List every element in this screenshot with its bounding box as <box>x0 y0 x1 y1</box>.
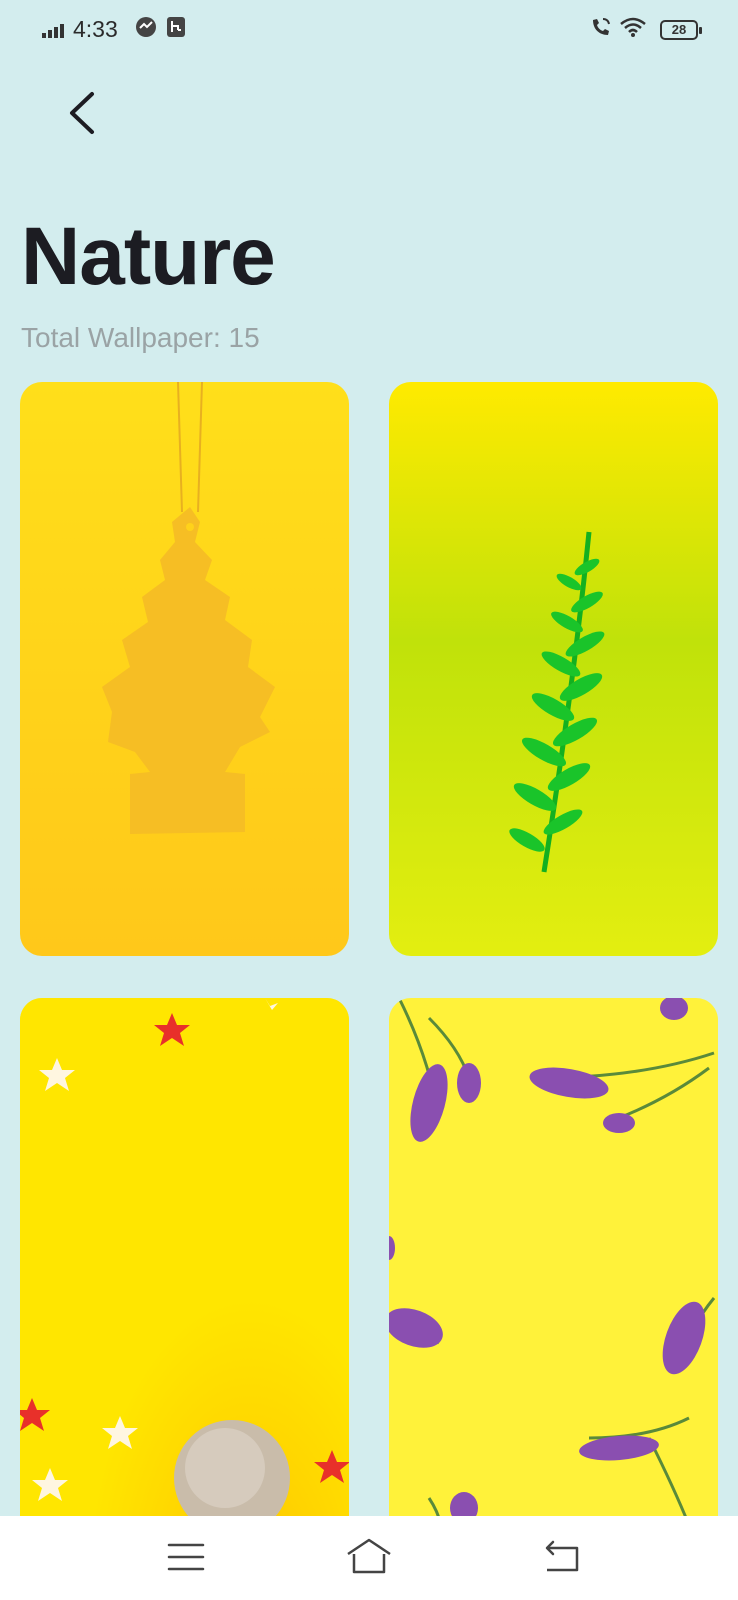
battery-icon: 28 <box>660 20 702 40</box>
back-icon[interactable] <box>537 1534 587 1580</box>
wallpaper-count: Total Wallpaper: 15 <box>21 322 260 353</box>
status-bar: 4:33 28 <box>0 0 738 60</box>
vowifi-call-icon <box>593 18 610 35</box>
signal-icon <box>42 24 64 38</box>
tree-wallpaper-image <box>20 382 349 956</box>
flowers-wallpaper-image <box>389 998 718 1598</box>
battery-level: 28 <box>671 22 687 37</box>
usb-icon <box>167 17 185 37</box>
wallpaper-card-stars[interactable] <box>20 998 349 1598</box>
navigation-bar <box>0 1516 738 1600</box>
sync-icon <box>136 17 156 37</box>
stars-wallpaper-image <box>20 998 349 1598</box>
home-icon[interactable] <box>344 1534 394 1580</box>
status-time: 4:33 <box>73 16 118 42</box>
wallpaper-card-tree[interactable] <box>20 382 349 956</box>
menu-icon[interactable] <box>161 1534 211 1580</box>
page-title: Nature <box>21 211 276 302</box>
fern-wallpaper-image <box>389 382 718 956</box>
wallpaper-card-flowers[interactable] <box>389 998 718 1598</box>
chevron-left-icon <box>70 92 94 134</box>
back-button[interactable] <box>58 88 108 138</box>
wallpaper-card-fern[interactable] <box>389 382 718 956</box>
wifi-icon <box>620 17 646 37</box>
